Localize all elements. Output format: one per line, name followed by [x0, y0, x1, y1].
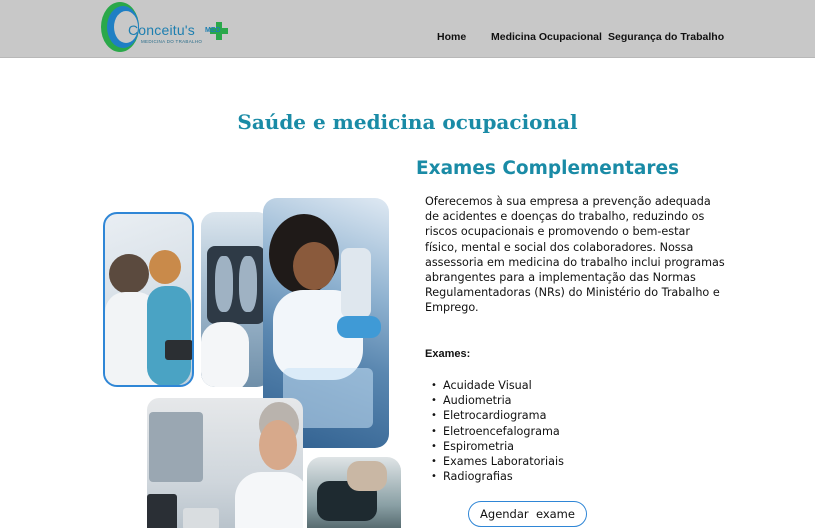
logo-badge: MED: [205, 27, 221, 34]
device-screen: [165, 340, 192, 360]
brand-logo[interactable]: Conceitu's MED MEDICINA DO TRABALHO: [101, 2, 231, 52]
exam-list: Acuidade Visual Audiometria Eletrocardio…: [431, 378, 564, 485]
section-heading: Exames Complementares: [416, 158, 680, 179]
doctor-scrubs: [147, 286, 191, 385]
section-paragraph: Oferecemos à sua empresa a prevenção ade…: [425, 195, 725, 315]
doctor-coat: [235, 472, 303, 528]
list-item: Radiografias: [431, 469, 564, 484]
device: [183, 508, 219, 528]
site-header: Conceitu's MED MEDICINA DO TRABALHO Home…: [0, 0, 815, 58]
exams-label: Exames:: [425, 348, 471, 360]
doctor-face: [259, 420, 297, 470]
patient-figure: [109, 254, 149, 294]
list-item: Eletrocardiograma: [431, 408, 564, 423]
xray-photo: [201, 212, 271, 387]
list-item: Espirometria: [431, 439, 564, 454]
nav-home[interactable]: Home: [437, 31, 466, 43]
doctor-hair: [149, 250, 181, 284]
glove: [337, 316, 381, 338]
doctor-coat: [201, 322, 249, 387]
list-item: Exames Laboratoriais: [431, 454, 564, 469]
xray-lung-left: [215, 256, 233, 312]
scientist-face: [293, 242, 335, 290]
monitor: [147, 494, 177, 528]
doctor-computer-photo: [147, 398, 303, 528]
blood-pressure-photo: [307, 457, 401, 528]
logo-tagline: MEDICINA DO TRABALHO: [141, 39, 203, 44]
arm: [347, 461, 387, 491]
list-item: Eletroencefalograma: [431, 424, 564, 439]
list-item: Audiometria: [431, 393, 564, 408]
schedule-exam-button[interactable]: Agendar exame: [468, 501, 587, 527]
window: [149, 412, 203, 482]
page-title: Saúde e medicina ocupacional: [237, 110, 578, 134]
spirometry-photo: [103, 212, 194, 387]
logo-wordmark: Conceitu's: [128, 22, 195, 38]
microscope: [341, 248, 371, 318]
xray-lung-right: [239, 256, 257, 312]
nav-seguranca-do-trabalho[interactable]: Segurança do Trabalho: [608, 31, 724, 43]
nav-medicina-ocupacional[interactable]: Medicina Ocupacional: [491, 31, 602, 43]
list-item: Acuidade Visual: [431, 378, 564, 393]
